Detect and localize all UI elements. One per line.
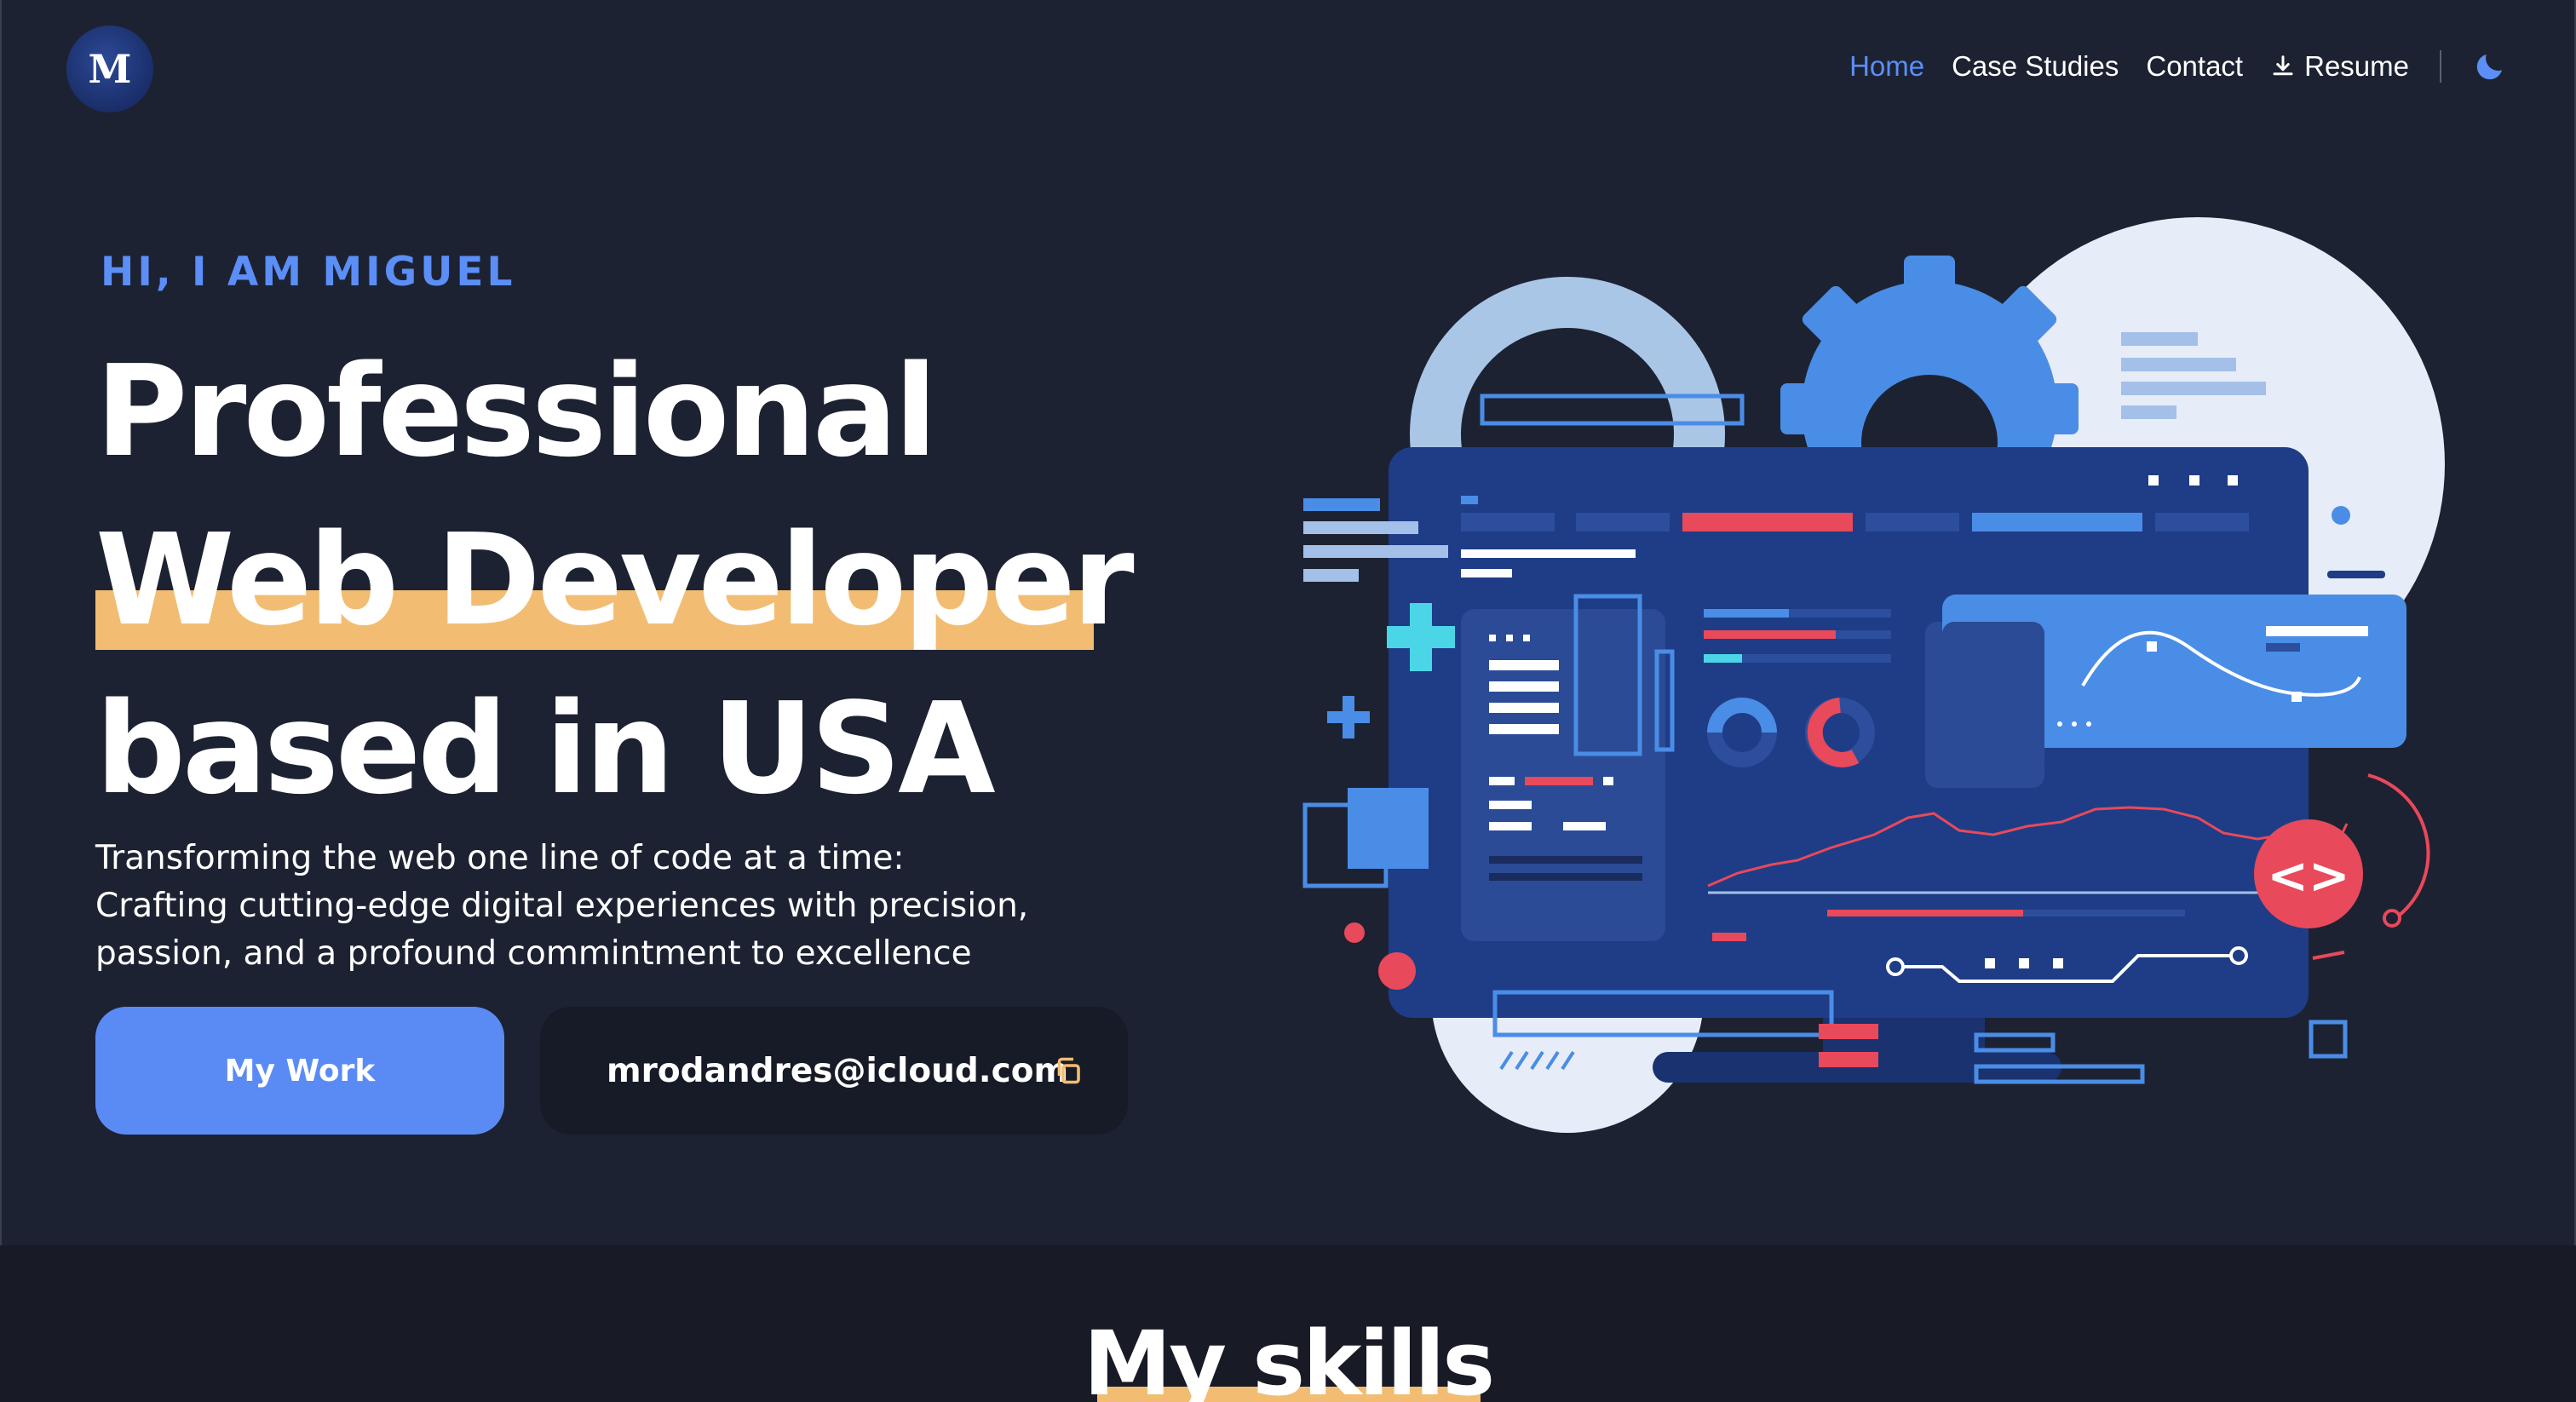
line-chart-bar-small (1712, 933, 1746, 941)
site-logo[interactable]: M (66, 26, 153, 112)
my-work-button[interactable]: My Work (95, 1007, 504, 1135)
download-icon (2273, 55, 2293, 76)
nav-divider (2440, 50, 2441, 83)
plus-icon-small (1327, 696, 1370, 738)
copy-icon[interactable] (1053, 1054, 1084, 1087)
headline-line-1: Professional (95, 338, 937, 485)
nav-case-studies-link[interactable]: Case Studies (1952, 50, 2119, 83)
chart-card-label (2266, 626, 2368, 636)
nav-home-link[interactable]: Home (1849, 50, 1924, 83)
hero-description-line-1: Transforming the web one line of code at… (95, 839, 905, 877)
main-nav: Home Case Studies Contact Resume (1822, 44, 2508, 89)
wave-node-1 (2147, 641, 2157, 652)
right-dash (2327, 571, 2385, 578)
email-copy-box[interactable]: mrodandres@icloud.com (540, 1007, 1128, 1135)
nav-resume-label: Resume (2304, 50, 2409, 82)
hero-headline: Professional Web Developer based in USA (95, 327, 1135, 833)
screen-left-panel (1461, 609, 1665, 941)
right-dot-blue (2332, 506, 2350, 525)
code-badge-label: <> (2267, 847, 2349, 905)
moon-icon[interactable] (2472, 49, 2508, 84)
chart-card-label-2 (2266, 643, 2300, 652)
left-dot-small (1344, 922, 1365, 943)
bottom-small-rect-1 (1974, 1032, 2056, 1053)
headline-line-3: based in USA (95, 675, 996, 822)
hero-description: Transforming the web one line of code at… (95, 835, 1028, 978)
red-arc-small (2312, 951, 2345, 960)
floating-card-inner (1942, 622, 2044, 775)
stack-block-2 (1819, 1052, 1878, 1067)
line-chart-bar-gray (2023, 910, 2185, 916)
window-edge-left (0, 0, 2, 1402)
headline-line-2: Web Developer (95, 507, 1135, 653)
red-arc-end (2383, 909, 2401, 928)
nav-contact-link[interactable]: Contact (2146, 50, 2243, 83)
bottom-right-square (2309, 1020, 2348, 1059)
hero-kicker: HI, I AM MIGUEL (101, 249, 516, 296)
wave-node-2 (2291, 692, 2302, 702)
line-chart-bar-red (1827, 910, 2023, 916)
email-address: mrodandres@icloud.com (607, 1051, 1069, 1090)
nav-resume-link[interactable]: Resume (2270, 50, 2409, 83)
red-arc (2367, 773, 2430, 917)
hero-description-line-2: Crafting cutting-edge digital experience… (95, 887, 1029, 925)
developer-dashboard-illustration: <> (1302, 217, 2445, 1133)
hero-description-line-3: passion, and a profound commintment to e… (95, 934, 972, 973)
stack-block-1 (1819, 1024, 1878, 1039)
left-dot-large (1378, 952, 1416, 990)
skills-title: My skills (1083, 1312, 1495, 1402)
center-progress-bars (1704, 609, 1891, 663)
